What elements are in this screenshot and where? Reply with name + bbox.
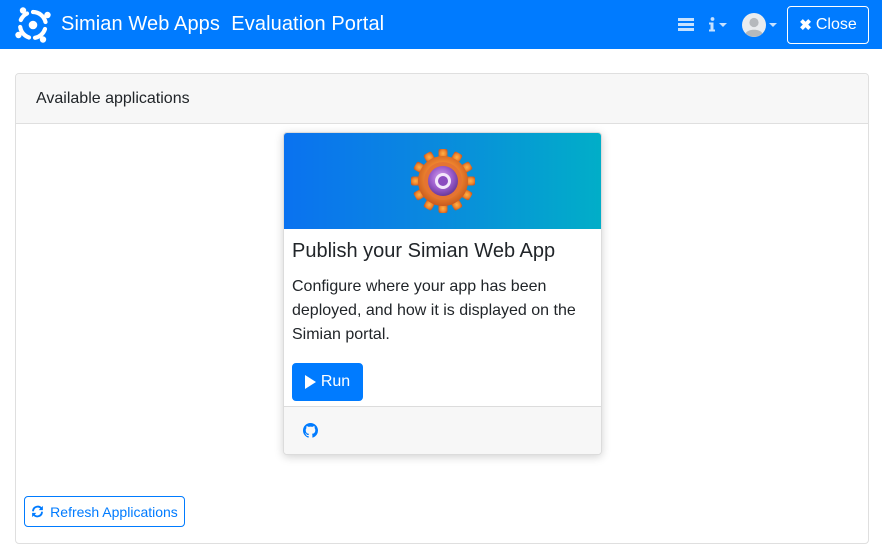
close-button[interactable]: ✖ Close <box>787 5 869 44</box>
run-button[interactable]: Run <box>292 363 363 401</box>
github-icon <box>303 423 318 438</box>
user-dropdown[interactable] <box>742 12 777 37</box>
app-card-footer <box>284 406 601 454</box>
user-avatar-icon <box>742 12 766 37</box>
play-icon <box>304 375 316 389</box>
run-button-label: Run <box>320 373 351 390</box>
app-card-image <box>284 133 601 229</box>
app-card: Publish your Simian Web App Configure wh… <box>283 132 602 455</box>
applications-panel: Available applications Publish your Simi… <box>15 73 869 544</box>
gear-icon <box>410 149 475 213</box>
navbar-actions: ✖ Close <box>678 0 869 49</box>
app-card-body: Publish your Simian Web App Configure wh… <box>284 239 601 401</box>
brand[interactable]: Simian Web Apps Evaluation Portal <box>14 0 384 49</box>
close-icon: ✖ <box>799 16 812 34</box>
chevron-down-icon <box>769 22 777 27</box>
top-navbar: Simian Web Apps Evaluation Portal ✖ Clos… <box>0 0 882 49</box>
app-title: Simian Web Apps Evaluation Portal <box>61 13 385 35</box>
list-menu-toggle[interactable] <box>678 18 694 31</box>
info-icon <box>709 17 715 32</box>
refresh-button-label: Refresh Applications <box>50 503 178 520</box>
refresh-applications-button[interactable]: Refresh Applications <box>24 496 185 527</box>
panel-header: Available applications <box>16 74 868 124</box>
info-dropdown[interactable] <box>708 17 727 32</box>
github-link[interactable] <box>303 423 318 438</box>
close-button-label: Close <box>815 15 857 33</box>
chevron-down-icon <box>719 22 727 27</box>
list-icon <box>678 18 694 31</box>
app-card-description: Configure where your app has been deploy… <box>292 278 576 343</box>
refresh-icon <box>32 505 44 518</box>
app-card-title: Publish your Simian Web App <box>292 240 556 262</box>
simian-logo-icon <box>15 6 51 43</box>
